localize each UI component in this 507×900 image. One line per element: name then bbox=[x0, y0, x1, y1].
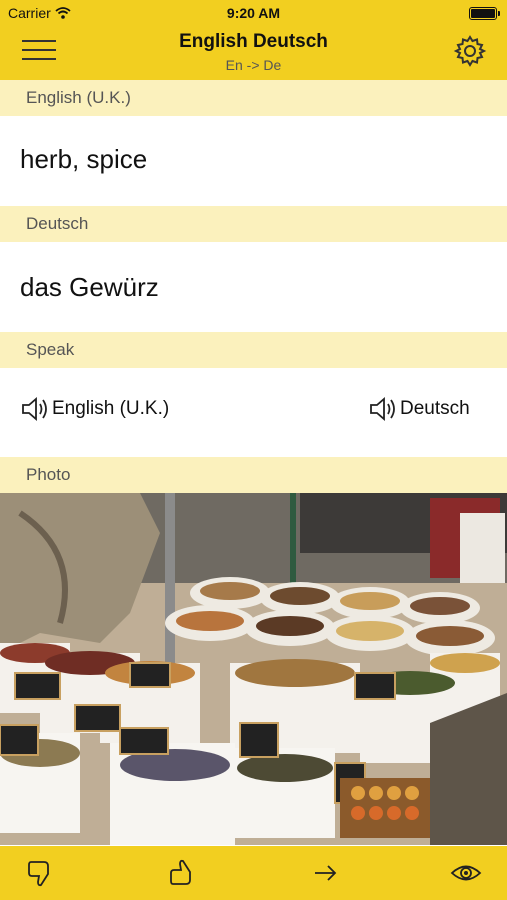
source-word-row: herb, spice bbox=[0, 116, 507, 206]
source-word: herb, spice bbox=[20, 144, 148, 174]
top-bar: Carrier 9:20 AM English Deutsch En -> De bbox=[0, 0, 507, 80]
status-bar: Carrier 9:20 AM bbox=[0, 0, 507, 26]
bottom-toolbar bbox=[0, 846, 507, 900]
speak-source-label: English (U.K.) bbox=[52, 398, 170, 419]
speak-target-label: Deutsch bbox=[400, 398, 470, 419]
speak-source-button[interactable]: English (U.K.) bbox=[20, 395, 169, 423]
target-word: das Gewürz bbox=[20, 272, 159, 302]
page-title: English Deutsch bbox=[179, 31, 328, 52]
source-language-label: English (U.K.) bbox=[0, 80, 507, 116]
target-word-row: das Gewürz bbox=[0, 242, 507, 332]
speaker-icon bbox=[370, 397, 395, 421]
gear-icon[interactable] bbox=[453, 34, 487, 68]
eye-icon[interactable] bbox=[450, 858, 482, 888]
status-time: 9:20 AM bbox=[226, 5, 281, 21]
speak-label: Speak bbox=[0, 332, 507, 368]
page-subtitle: En -> De bbox=[225, 57, 282, 73]
speak-target-button[interactable]: Deutsch bbox=[368, 395, 470, 423]
photo-label: Photo bbox=[0, 457, 507, 493]
thumbs-down-icon[interactable] bbox=[24, 858, 56, 888]
target-language-label: Deutsch bbox=[0, 206, 507, 242]
speaker-icon bbox=[22, 397, 47, 421]
thumbs-up-icon[interactable] bbox=[166, 858, 198, 888]
photo-image bbox=[0, 493, 507, 845]
arrow-right-icon[interactable] bbox=[310, 858, 342, 888]
battery-icon bbox=[469, 7, 500, 20]
